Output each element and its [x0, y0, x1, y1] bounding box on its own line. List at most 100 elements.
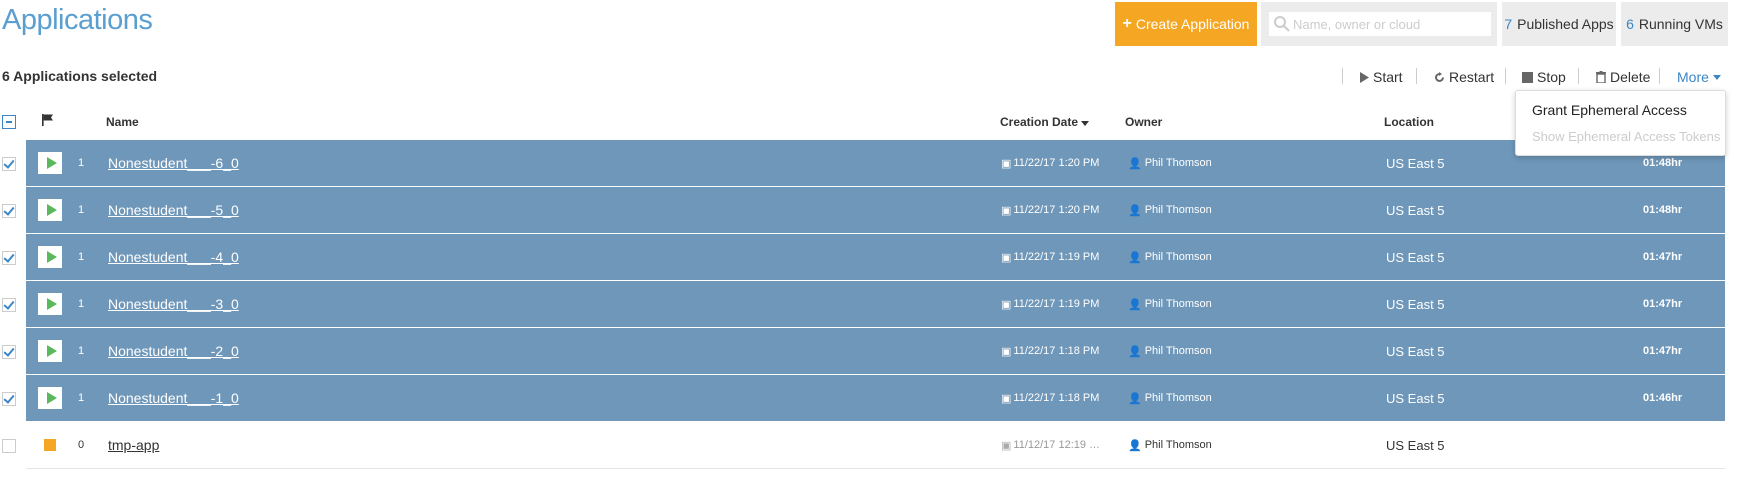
table-row[interactable]: 1 Nonestudent___-1_0 ▣ 11/22/17 1:18 PM 👤 Phi… — [26, 375, 1725, 422]
more-button[interactable]: More — [1677, 69, 1721, 85]
app-name-link[interactable]: Nonestudent___-5_0 — [108, 202, 239, 218]
chevron-down-icon — [1712, 74, 1721, 80]
location: US East 5 — [1386, 249, 1445, 265]
row-checkbox[interactable] — [2, 439, 16, 453]
flag-icon[interactable] — [42, 114, 54, 126]
owner-name: Phil Thomson — [1144, 298, 1212, 310]
status-indicator[interactable] — [38, 340, 62, 362]
table-row[interactable]: 0 tmp-app ▣ 11/12/17 12:19 … 👤 Phil Thomson US… — [26, 422, 1725, 469]
more-dropdown-menu: Grant Ephemeral Access Show Ephemeral Ac… — [1515, 90, 1726, 156]
plus-icon: + — [1122, 15, 1132, 32]
creation-date: 11/22/17 1:19 PM — [1013, 251, 1100, 263]
sort-desc-icon — [1081, 121, 1090, 126]
row-checkbox[interactable] — [2, 298, 16, 312]
delete-button[interactable]: Delete — [1596, 69, 1650, 85]
owner-name: Phil Thomson — [1144, 204, 1212, 216]
runtime: 01:47hr — [1643, 345, 1683, 357]
published-apps-button[interactable]: 7 Published Apps — [1502, 2, 1616, 46]
running-play-icon — [46, 392, 57, 404]
start-label: Start — [1373, 69, 1403, 85]
location: US East 5 — [1386, 343, 1445, 359]
status-indicator[interactable] — [38, 152, 62, 174]
vm-count: 1 — [78, 157, 85, 169]
table-row[interactable]: 1 Nonestudent___-6_0 ▣ 11/22/17 1:20 PM 👤 Phi… — [26, 140, 1725, 187]
app-name-link[interactable]: Nonestudent___-4_0 — [108, 249, 239, 265]
table-row[interactable]: 1 Nonestudent___-4_0 ▣ 11/22/17 1:19 PM 👤 Phi… — [26, 234, 1725, 281]
app-name-link[interactable]: tmp-app — [108, 437, 159, 453]
delete-label: Delete — [1610, 69, 1651, 85]
location: US East 5 — [1386, 437, 1445, 453]
runtime: 01:46hr — [1643, 392, 1683, 404]
location: US East 5 — [1386, 296, 1445, 312]
creation-date: 11/22/17 1:20 PM — [1013, 204, 1100, 216]
table-row[interactable]: 1 Nonestudent___-5_0 ▣ 11/22/17 1:20 PM 👤 Phi… — [26, 187, 1725, 234]
owner-name: Phil Thomson — [1144, 251, 1212, 263]
running-play-icon — [46, 298, 57, 310]
user-icon: 👤 — [1128, 392, 1142, 405]
menu-item-grant-ephemeral-access[interactable]: Grant Ephemeral Access — [1532, 102, 1687, 118]
published-apps-count: 7 — [1504, 16, 1513, 32]
creation-date: 11/12/17 12:19 … — [1013, 439, 1101, 451]
calendar-icon: ▣ — [1001, 439, 1012, 452]
restart-label: Restart — [1449, 69, 1495, 85]
status-indicator[interactable] — [38, 387, 62, 409]
user-icon: 👤 — [1128, 251, 1142, 264]
running-play-icon — [46, 345, 57, 357]
search-input[interactable] — [1291, 15, 1485, 33]
stop-button[interactable]: Stop — [1522, 69, 1566, 85]
start-button[interactable]: Start — [1360, 69, 1403, 85]
calendar-icon: ▣ — [1001, 157, 1012, 170]
calendar-icon: ▣ — [1001, 251, 1012, 264]
status-indicator[interactable] — [38, 246, 62, 268]
creation-date: 11/22/17 1:20 PM — [1013, 157, 1100, 169]
owner-name: Phil Thomson — [1144, 439, 1212, 451]
table-row[interactable]: 1 Nonestudent___-2_0 ▣ 11/22/17 1:18 PM 👤 Phi… — [26, 328, 1725, 375]
divider — [1342, 68, 1343, 84]
column-header-location[interactable]: Location — [1384, 115, 1434, 129]
running-vms-button[interactable]: 6 Running VMs — [1621, 2, 1728, 46]
row-checkbox[interactable] — [2, 157, 16, 171]
select-all-checkbox[interactable] — [2, 115, 16, 129]
calendar-icon: ▣ — [1001, 298, 1012, 311]
user-icon: 👤 — [1128, 439, 1142, 452]
vm-count: 1 — [78, 345, 85, 357]
app-name-link[interactable]: Nonestudent___-6_0 — [108, 155, 239, 171]
divider — [1659, 68, 1660, 84]
creation-date-label: Creation Date — [1000, 115, 1079, 129]
column-header-name[interactable]: Name — [106, 115, 139, 129]
user-icon: 👤 — [1128, 204, 1142, 217]
table-row[interactable]: 1 Nonestudent___-3_0 ▣ 11/22/17 1:19 PM 👤 Phi… — [26, 281, 1725, 328]
calendar-icon: ▣ — [1001, 204, 1012, 217]
creation-date: 11/22/17 1:18 PM — [1013, 392, 1100, 404]
create-application-button[interactable]: + Create Application — [1115, 2, 1257, 46]
status-indicator[interactable] — [38, 293, 62, 315]
published-apps-label: Published Apps — [1517, 16, 1614, 32]
owner-name: Phil Thomson — [1144, 157, 1212, 169]
divider — [1505, 68, 1506, 84]
status-indicator[interactable] — [38, 434, 62, 456]
row-checkbox[interactable] — [2, 345, 16, 359]
user-icon: 👤 — [1128, 345, 1142, 358]
create-application-label: Create Application — [1135, 16, 1250, 32]
selection-summary: 6 Applications selected — [2, 68, 158, 84]
column-header-creation-date[interactable]: Creation Date — [1000, 115, 1090, 129]
restart-button[interactable]: Restart — [1434, 69, 1494, 85]
divider — [1578, 68, 1579, 84]
column-header-owner[interactable]: Owner — [1125, 115, 1162, 129]
vm-count: 1 — [78, 298, 85, 310]
user-icon: 👤 — [1128, 157, 1142, 170]
app-name-link[interactable]: Nonestudent___-3_0 — [108, 296, 239, 312]
stopped-icon — [44, 439, 56, 451]
app-name-link[interactable]: Nonestudent___-1_0 — [108, 390, 239, 406]
row-checkbox[interactable] — [2, 392, 16, 406]
running-play-icon — [46, 157, 57, 169]
row-checkbox[interactable] — [2, 204, 16, 218]
more-label: More — [1677, 69, 1709, 85]
status-indicator[interactable] — [38, 199, 62, 221]
location: US East 5 — [1386, 202, 1445, 218]
app-name-link[interactable]: Nonestudent___-2_0 — [108, 343, 239, 359]
location: US East 5 — [1386, 155, 1445, 171]
vm-count: 1 — [78, 251, 85, 263]
search-icon — [1274, 16, 1290, 32]
row-checkbox[interactable] — [2, 251, 16, 265]
